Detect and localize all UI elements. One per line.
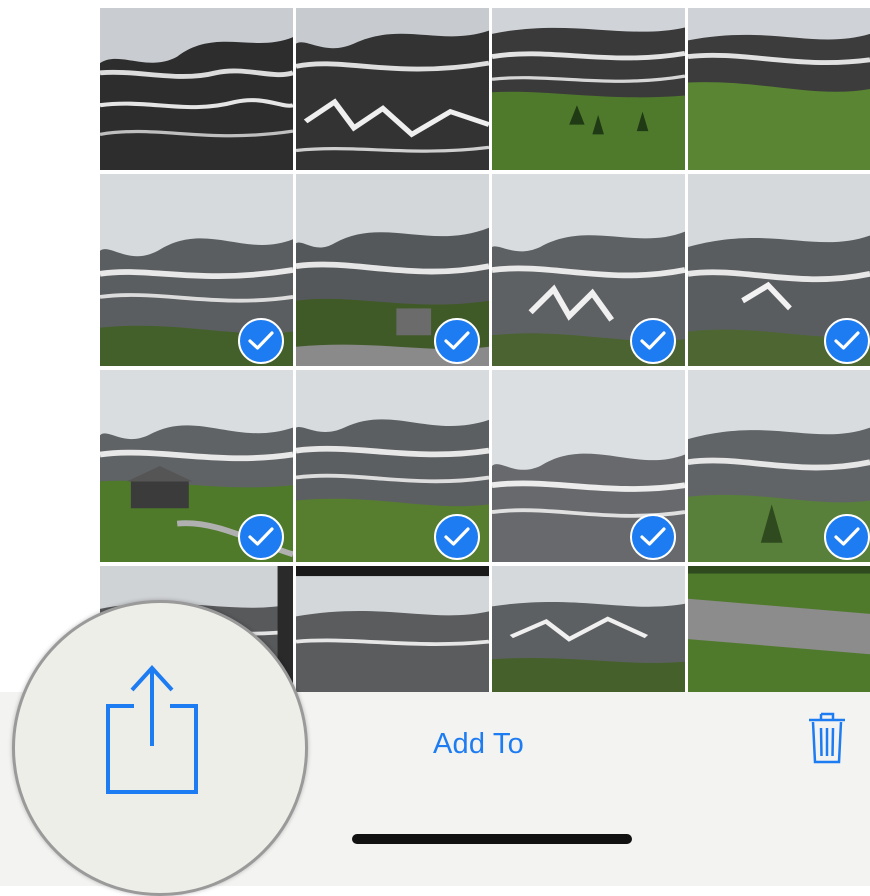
photo-thumbnail[interactable] bbox=[492, 566, 685, 692]
checkmark-icon bbox=[248, 331, 274, 350]
photo-thumbnail[interactable] bbox=[100, 8, 293, 170]
checkmark-icon bbox=[834, 331, 860, 350]
photo-thumbnail[interactable] bbox=[100, 370, 293, 562]
photo-thumbnail[interactable] bbox=[296, 566, 489, 692]
photo-thumbnail[interactable] bbox=[492, 8, 685, 170]
checkmark-icon bbox=[248, 527, 274, 546]
checkmark-icon bbox=[640, 527, 666, 546]
selected-checkmark bbox=[238, 318, 284, 364]
photo-thumbnail[interactable] bbox=[688, 8, 870, 170]
checkmark-icon bbox=[640, 331, 666, 350]
photo-thumbnail[interactable] bbox=[492, 370, 685, 562]
photo-thumbnail[interactable] bbox=[296, 8, 489, 170]
selected-checkmark bbox=[434, 514, 480, 560]
selected-checkmark bbox=[824, 514, 870, 560]
selected-checkmark bbox=[630, 514, 676, 560]
photo-thumbnail[interactable] bbox=[688, 566, 870, 692]
selected-checkmark bbox=[630, 318, 676, 364]
trash-icon[interactable] bbox=[807, 710, 847, 766]
selected-checkmark bbox=[824, 318, 870, 364]
checkmark-icon bbox=[444, 527, 470, 546]
photo-grid bbox=[100, 8, 870, 692]
photo-thumbnail[interactable] bbox=[688, 370, 870, 562]
photo-thumbnail[interactable] bbox=[688, 174, 870, 366]
photo-thumbnail[interactable] bbox=[296, 174, 489, 366]
selected-checkmark bbox=[238, 514, 284, 560]
share-icon[interactable] bbox=[104, 664, 200, 796]
home-indicator[interactable] bbox=[352, 834, 632, 844]
checkmark-icon bbox=[834, 527, 860, 546]
photo-thumbnail[interactable] bbox=[492, 174, 685, 366]
selected-checkmark bbox=[434, 318, 480, 364]
checkmark-icon bbox=[444, 331, 470, 350]
photo-thumbnail[interactable] bbox=[296, 370, 489, 562]
photo-thumbnail[interactable] bbox=[100, 174, 293, 366]
add-to-button[interactable]: Add To bbox=[433, 728, 524, 761]
